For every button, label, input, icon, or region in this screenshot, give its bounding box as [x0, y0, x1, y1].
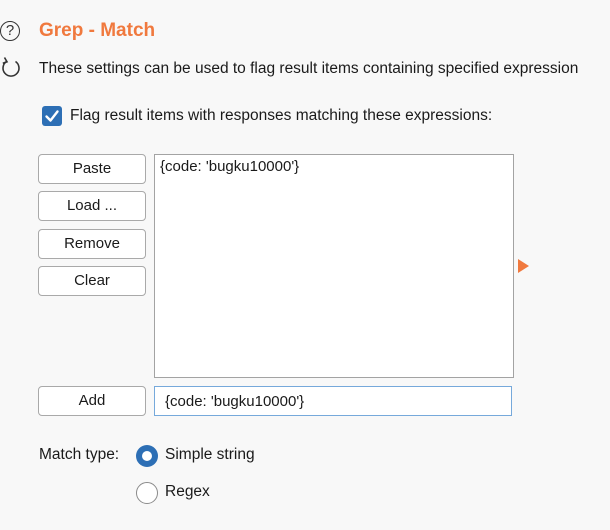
clear-button[interactable]: Clear [38, 266, 146, 296]
add-button[interactable]: Add [38, 386, 146, 416]
paste-button[interactable]: Paste [38, 154, 146, 184]
help-icon[interactable]: ? [0, 21, 20, 41]
grep-match-panel: ? Grep - Match These settings can be use… [0, 0, 610, 530]
regex-label[interactable]: Regex [165, 483, 210, 501]
flag-results-label[interactable]: Flag result items with responses matchin… [70, 107, 492, 125]
load-button[interactable]: Load ... [38, 191, 146, 221]
checkmark-icon [45, 110, 59, 122]
flag-results-checkbox[interactable] [42, 106, 62, 126]
simple-string-label[interactable]: Simple string [165, 446, 255, 464]
add-expression-input[interactable] [154, 386, 512, 416]
match-type-label: Match type: [39, 446, 120, 463]
list-item[interactable]: {code: 'bugku10000'} [160, 158, 299, 175]
section-description: These settings can be used to flag resul… [39, 60, 579, 77]
simple-string-radio[interactable] [136, 445, 158, 467]
remove-button[interactable]: Remove [38, 229, 146, 259]
regex-radio[interactable] [136, 482, 158, 504]
refresh-icon[interactable] [0, 55, 22, 79]
section-title: Grep - Match [39, 20, 156, 41]
expressions-list[interactable]: {code: 'bugku10000'} [154, 154, 514, 378]
expand-arrow-icon[interactable] [518, 259, 529, 273]
